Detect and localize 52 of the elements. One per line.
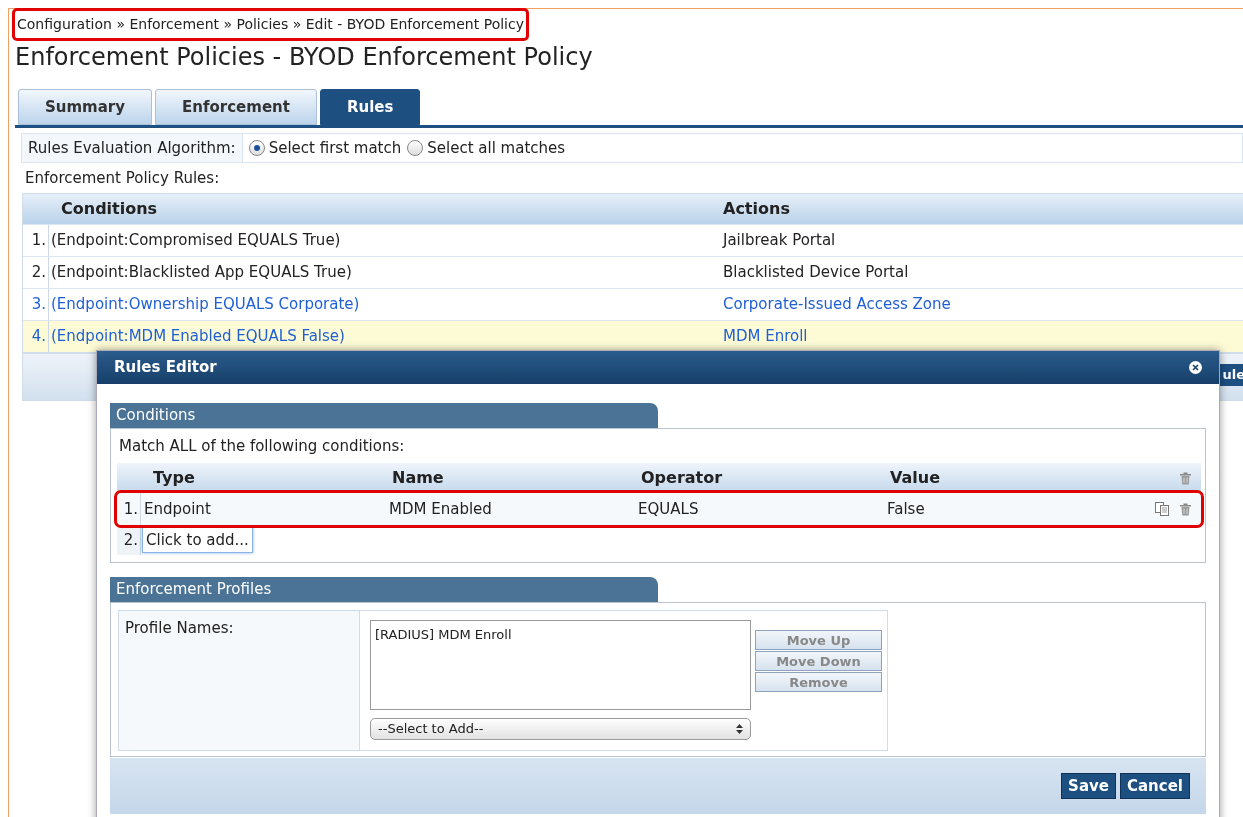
table-cell-text: MDM Enroll — [723, 326, 808, 348]
tab[interactable]: Rules — [319, 89, 421, 125]
row-number: 4. — [23, 321, 49, 352]
table-cell-text: (Endpoint:MDM Enabled EQUALS False) — [50, 326, 346, 348]
updown-icon — [736, 724, 743, 734]
page-title: Enforcement Policies - BYOD Enforcement Policy — [15, 42, 594, 73]
tab[interactable]: Summary — [18, 89, 153, 125]
radio-button[interactable] — [407, 140, 424, 156]
trash-icon[interactable] — [1180, 502, 1191, 516]
breadcrumb: Configuration » Enforcement » Policies » Edit - BYOD Enforcement Policy — [15, 10, 526, 38]
table-cell-text: Jailbreak Portal — [723, 230, 836, 252]
tab[interactable]: Enforcement — [155, 89, 317, 125]
section-header: Conditions — [110, 403, 658, 428]
add-row-field[interactable]: Click to add... — [142, 527, 253, 553]
table-row[interactable]: 4. (Endpoint:MDM Enabled EQUALS False) MDM Enroll — [23, 320, 1243, 352]
instruction-text: Match ALL of the following conditions: — [118, 435, 406, 457]
field-label: Profile Names: — [119, 611, 360, 750]
table-cell-text: Corporate-Issued Access Zone — [723, 294, 951, 316]
dialog-button[interactable]: Save — [1061, 773, 1116, 799]
column-header: Type — [152, 467, 196, 489]
column-header: Value — [890, 467, 942, 489]
dialog-button[interactable]: Cancel — [1120, 773, 1190, 799]
table-cell-text: (Endpoint:Compromised EQUALS True) — [50, 230, 342, 252]
column-header: Operator — [641, 467, 724, 489]
column-header: Actions — [723, 198, 790, 220]
radio-label: Select first match — [268, 137, 402, 159]
table-cell-text: (Endpoint:Ownership EQUALS Corporate) — [50, 294, 361, 316]
dialog-title: Rules Editor — [114, 357, 217, 379]
table-row[interactable]: 2. (Endpoint:Blacklisted App EQUALS True) Blacklisted Device Portal — [23, 256, 1243, 288]
condition-row[interactable]: 1. Endpoint MDM Enabled EQUALS False — [117, 493, 1201, 525]
copy-icon[interactable] — [1155, 502, 1170, 516]
radio-button[interactable] — [248, 140, 265, 156]
table-cell-text: False — [887, 498, 926, 520]
section-header: Enforcement Profiles — [110, 577, 658, 602]
radio-label: Select all matches — [427, 137, 566, 159]
list-item[interactable]: [RADIUS] MDM Enroll — [375, 625, 746, 645]
select-dropdown[interactable]: --Select to Add-- — [370, 718, 751, 740]
table-cell-text: Blacklisted Device Portal — [723, 262, 909, 284]
table-cell-text: MDM Enabled — [389, 498, 493, 520]
table-cell-text: EQUALS — [638, 498, 700, 520]
table-row[interactable]: 1. (Endpoint:Compromised EQUALS True) Jailbreak Portal — [23, 224, 1243, 256]
trash-icon[interactable] — [1180, 471, 1191, 485]
section-label: Enforcement Policy Rules: — [24, 167, 221, 189]
table-cell-text: Endpoint — [143, 498, 212, 520]
table-cell-text: (Endpoint:Blacklisted App EQUALS True) — [50, 262, 353, 284]
column-header: Conditions — [60, 198, 159, 220]
close-icon[interactable] — [1189, 361, 1202, 374]
profile-list[interactable]: [RADIUS] MDM Enroll — [370, 620, 751, 710]
row-number: 1. — [117, 493, 141, 525]
table-row[interactable]: 3. (Endpoint:Ownership EQUALS Corporate) Corporate-Issued Access Zone — [23, 288, 1243, 320]
column-header: Name — [392, 467, 445, 489]
field-label: Rules Evaluation Algorithm: — [22, 134, 243, 162]
